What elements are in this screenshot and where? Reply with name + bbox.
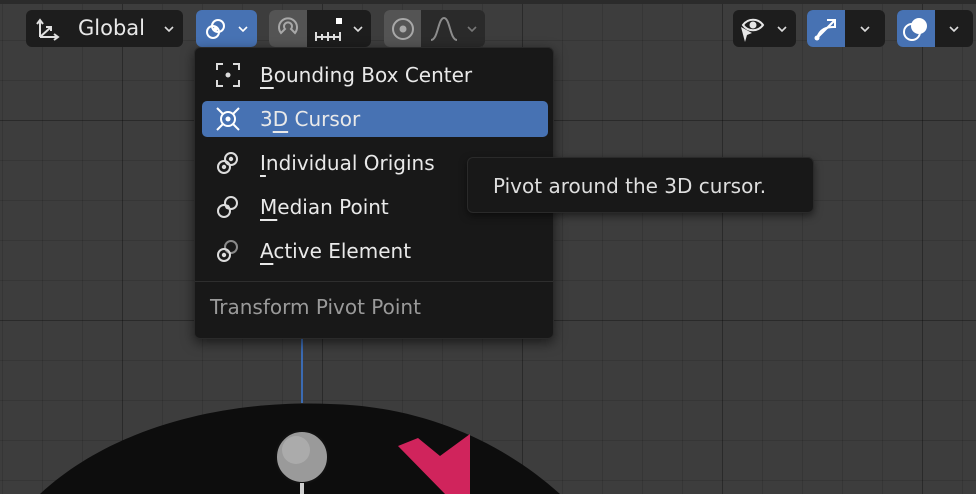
- chevron-down-icon: [949, 24, 959, 34]
- chevron-down-icon: [164, 24, 174, 34]
- cursor-stem: [300, 483, 304, 494]
- snap-target-dropdown[interactable]: [307, 10, 351, 47]
- gizmo-dropdown[interactable]: [845, 10, 885, 47]
- 3d-cursor-icon: [214, 105, 242, 133]
- pivot-median-point-icon: [203, 16, 229, 42]
- menu-title: Transform Pivot Point: [210, 295, 421, 319]
- chevron-down-icon: [860, 24, 870, 34]
- menu-item-bounding-box-center[interactable]: Bounding Box Center: [202, 57, 548, 93]
- tooltip-text: Pivot around the 3D cursor.: [493, 174, 767, 198]
- active-element-icon: [214, 237, 242, 265]
- median-point-icon: [214, 193, 242, 221]
- orientation-label: Global: [78, 16, 145, 40]
- falloff-curve-icon: [428, 15, 460, 43]
- gizmo-arrow-icon: [812, 15, 840, 43]
- proportional-editing-group: [384, 10, 485, 47]
- menu-separator: [195, 281, 553, 282]
- menu-item-label: Median Point: [260, 195, 389, 219]
- transform-orientation-dropdown[interactable]: Global: [26, 10, 183, 47]
- cursor-ball-highlight: [282, 436, 310, 464]
- overlays-dropdown[interactable]: [935, 10, 973, 47]
- proportional-editing-toggle[interactable]: [384, 10, 421, 47]
- menu-item-3d-cursor[interactable]: 3D Cursor: [202, 101, 548, 137]
- bounding-box-center-icon: [214, 61, 242, 89]
- header-top-edge: [0, 0, 976, 4]
- menu-item-active-element[interactable]: Active Element: [202, 233, 548, 269]
- magnet-icon: [274, 15, 302, 43]
- viewport-scene: [40, 403, 560, 494]
- selectability-visibility-dropdown[interactable]: [733, 10, 796, 47]
- menu-item-label: Active Element: [260, 239, 412, 263]
- snap-group: [269, 10, 371, 47]
- chevron-down-icon: [238, 24, 248, 34]
- gizmo-toggle[interactable]: [807, 10, 845, 47]
- overlays-group: [897, 10, 973, 47]
- snap-toggle[interactable]: [269, 10, 307, 47]
- tooltip: Pivot around the 3D cursor.: [467, 157, 814, 213]
- individual-origins-icon: [214, 149, 242, 177]
- menu-item-label: Individual Origins: [260, 151, 435, 175]
- chevron-down-icon: [777, 24, 787, 34]
- chevron-down-icon: [467, 24, 477, 34]
- falloff-dropdown[interactable]: [424, 10, 464, 47]
- overlays-toggle[interactable]: [897, 10, 935, 47]
- menu-item-label: 3D Cursor: [260, 107, 361, 131]
- eye-pointer-icon: [738, 15, 768, 43]
- snap-increment-icon: [311, 15, 347, 43]
- orientation-axes-icon: [36, 15, 62, 41]
- gizmo-group: [807, 10, 885, 47]
- menu-item-label: Bounding Box Center: [260, 63, 473, 87]
- chevron-down-icon: [353, 24, 363, 34]
- proportional-circle-icon: [390, 16, 416, 42]
- overlays-icon: [902, 15, 930, 43]
- pivot-point-dropdown[interactable]: [196, 10, 257, 47]
